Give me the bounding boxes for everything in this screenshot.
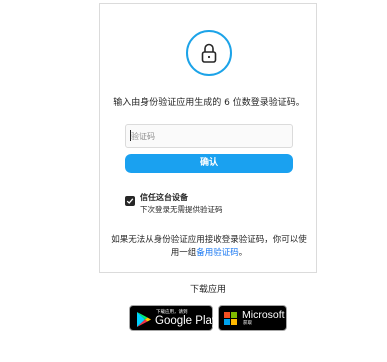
microsoft-logo-icon xyxy=(224,312,238,326)
two-factor-page: 输入由身份验证应用生成的 6 位数登录验证码。 确认 信任这台设备 下次登录无需… xyxy=(0,0,387,362)
instruction-text: 输入由身份验证应用生成的 6 位数登录验证码。 xyxy=(113,98,305,108)
lock-icon xyxy=(186,30,232,76)
trust-device-checkbox[interactable] xyxy=(125,196,135,206)
microsoft-small-text: 获取 xyxy=(243,321,252,326)
backup-codes-link[interactable]: 备用验证码 xyxy=(196,248,239,258)
checkmark-icon xyxy=(126,198,134,204)
confirm-button[interactable]: 确认 xyxy=(125,154,293,173)
microsoft-store-badge[interactable]: Microsoft 获取 xyxy=(218,305,287,331)
trust-device-description: 下次登录无需提供验证码 xyxy=(140,205,223,214)
verification-code-input[interactable] xyxy=(125,124,293,148)
backup-code-hint: 如果无法从身份验证应用接收登录验证码，你可以使用一组备用验证码。 xyxy=(108,234,310,260)
two-factor-card: 输入由身份验证应用生成的 6 位数登录验证码。 确认 信任这台设备 下次登录无需… xyxy=(99,3,317,273)
download-app-label: 下载应用 xyxy=(189,285,226,295)
text-caret xyxy=(130,130,131,141)
google-play-icon xyxy=(137,312,151,327)
google-play-title: Google Play xyxy=(155,315,218,327)
google-play-badge[interactable]: 下载应用，请到 Google Play xyxy=(129,305,218,331)
backup-hint-end: 。 xyxy=(238,248,248,258)
trust-device-title: 信任这台设备 xyxy=(140,193,188,202)
